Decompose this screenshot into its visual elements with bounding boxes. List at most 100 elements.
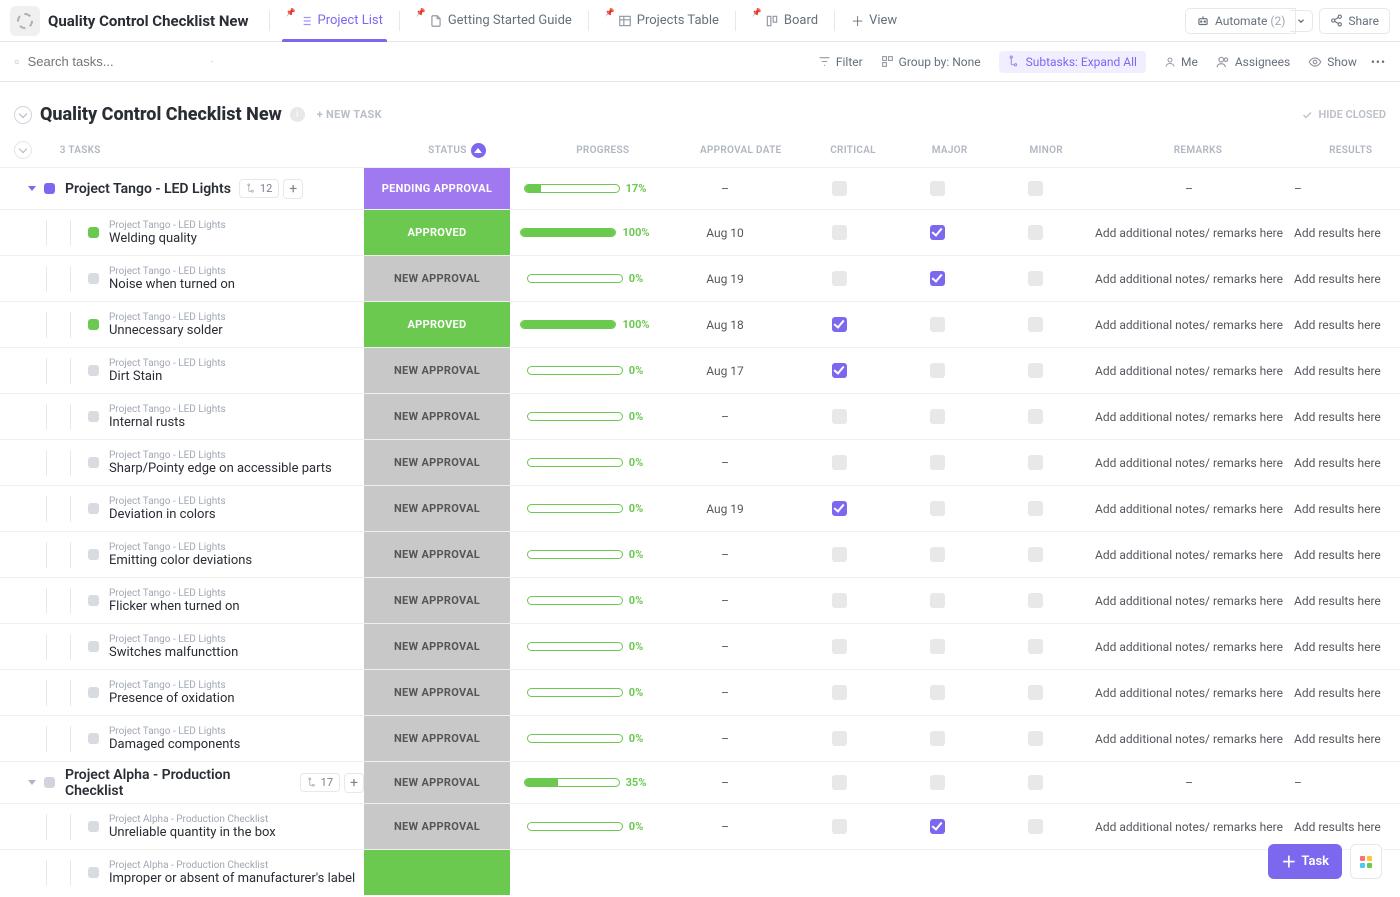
checkbox[interactable] — [832, 547, 847, 562]
group-row[interactable]: Project Tango - LED Lights 12 + PENDING … — [0, 167, 1400, 209]
checkbox[interactable] — [1028, 547, 1043, 562]
checkbox[interactable] — [1028, 639, 1043, 654]
task-row[interactable]: Project Tango - LED Lights Emitting colo… — [0, 531, 1400, 577]
date-cell[interactable]: Aug 18 — [660, 318, 790, 332]
checkbox[interactable] — [1028, 225, 1043, 240]
remarks-cell[interactable]: – — [1084, 776, 1294, 790]
results-cell[interactable]: Add results here — [1294, 318, 1394, 332]
checkbox[interactable] — [832, 181, 847, 196]
collapse-all-toggle[interactable] — [14, 141, 32, 159]
task-name[interactable]: Unnecessary solder — [109, 323, 226, 338]
checkbox[interactable] — [1028, 731, 1043, 746]
checkbox[interactable] — [832, 639, 847, 654]
checkbox[interactable] — [832, 819, 847, 834]
filter-button[interactable]: Filter — [818, 55, 863, 69]
results-cell[interactable]: – — [1294, 182, 1394, 196]
checkbox[interactable] — [832, 593, 847, 608]
date-cell[interactable]: – — [660, 686, 790, 700]
task-row[interactable]: Project Tango - LED Lights Dirt Stain NE… — [0, 347, 1400, 393]
subtask-count-badge[interactable]: 17 — [300, 773, 340, 792]
results-cell[interactable]: Add results here — [1294, 272, 1394, 286]
progress-cell[interactable]: 0% — [510, 640, 660, 653]
status-cell[interactable]: NEW APPROVAL — [364, 440, 510, 485]
status-cell[interactable] — [364, 850, 510, 895]
progress-cell[interactable]: 0% — [510, 548, 660, 561]
checkbox[interactable] — [1028, 685, 1043, 700]
show-button[interactable]: Show — [1308, 55, 1357, 69]
view-tab-projects-table[interactable]: 📌Projects Table — [595, 0, 729, 42]
checkbox[interactable] — [930, 547, 945, 562]
caret-down-icon[interactable] — [28, 186, 36, 191]
workspace-logo[interactable] — [10, 6, 40, 36]
task-row[interactable]: Project Tango - LED Lights Sharp/Pointy … — [0, 439, 1400, 485]
results-header[interactable]: RESULTS — [1301, 145, 1400, 156]
task-name[interactable]: Noise when turned on — [109, 277, 235, 292]
status-cell[interactable]: NEW APPROVAL — [364, 762, 510, 803]
add-view-button[interactable]: ＋ View — [841, 0, 907, 42]
status-square[interactable] — [44, 777, 55, 788]
status-square[interactable] — [88, 273, 99, 284]
remarks-header[interactable]: REMARKS — [1095, 145, 1302, 156]
task-row[interactable]: Project Tango - LED Lights Welding quali… — [0, 209, 1400, 255]
results-cell[interactable]: Add results here — [1294, 364, 1394, 378]
status-square[interactable] — [88, 549, 99, 560]
search-box[interactable] — [14, 54, 214, 69]
remarks-cell[interactable]: Add additional notes/ remarks here — [1084, 594, 1294, 608]
remarks-cell[interactable]: Add additional notes/ remarks here — [1084, 410, 1294, 424]
status-square[interactable] — [88, 319, 99, 330]
task-row[interactable]: Project Alpha - Production Checklist Imp… — [0, 849, 1400, 895]
task-row[interactable]: Project Tango - LED Lights Deviation in … — [0, 485, 1400, 531]
checkbox[interactable] — [930, 181, 945, 196]
assignees-button[interactable]: Assignees — [1216, 55, 1290, 69]
task-name[interactable]: Improper or absent of manufacturer's lab… — [109, 871, 355, 886]
progress-cell[interactable]: 0% — [510, 410, 660, 423]
remarks-cell[interactable]: – — [1084, 182, 1294, 196]
task-name[interactable]: Flicker when turned on — [109, 599, 240, 614]
checkbox[interactable] — [930, 593, 945, 608]
remarks-cell[interactable]: Add additional notes/ remarks here — [1084, 226, 1294, 240]
checkbox[interactable] — [1028, 593, 1043, 608]
date-cell[interactable]: – — [660, 640, 790, 654]
status-cell[interactable]: NEW APPROVAL — [364, 532, 510, 577]
remarks-cell[interactable]: Add additional notes/ remarks here — [1084, 272, 1294, 286]
date-cell[interactable]: – — [660, 732, 790, 746]
checkbox[interactable] — [1028, 819, 1043, 834]
view-tab-board[interactable]: 📌Board — [742, 0, 828, 42]
results-cell[interactable]: Add results here — [1294, 502, 1394, 516]
info-icon[interactable]: i — [290, 107, 305, 122]
results-cell[interactable]: Add results here — [1294, 820, 1394, 834]
status-cell[interactable]: NEW APPROVAL — [364, 256, 510, 301]
task-name[interactable]: Presence of oxidation — [109, 691, 235, 706]
status-cell[interactable]: NEW APPROVAL — [364, 670, 510, 715]
remarks-cell[interactable]: Add additional notes/ remarks here — [1084, 686, 1294, 700]
status-square[interactable] — [88, 687, 99, 698]
results-cell[interactable]: – — [1294, 776, 1394, 790]
progress-cell[interactable]: 100% — [510, 226, 660, 239]
subtasks-button[interactable]: Subtasks: Expand All — [999, 51, 1146, 73]
progress-cell[interactable]: 17% — [510, 182, 660, 195]
checkbox[interactable] — [930, 317, 945, 332]
status-square[interactable] — [88, 641, 99, 652]
collapse-toggle[interactable] — [14, 106, 32, 124]
view-tab-getting-started-guide[interactable]: 📌Getting Started Guide — [406, 0, 582, 42]
checkbox[interactable] — [1028, 455, 1043, 470]
caret-down-icon[interactable] — [28, 780, 36, 785]
date-cell[interactable]: – — [660, 820, 790, 834]
checkbox[interactable] — [1028, 775, 1043, 790]
status-cell[interactable]: NEW APPROVAL — [364, 486, 510, 531]
automate-button[interactable]: Automate (2) — [1185, 8, 1296, 34]
progress-cell[interactable]: 0% — [510, 594, 660, 607]
checkbox[interactable] — [832, 317, 847, 332]
progress-cell[interactable]: 0% — [510, 502, 660, 515]
remarks-cell[interactable]: Add additional notes/ remarks here — [1084, 456, 1294, 470]
checkbox[interactable] — [1028, 501, 1043, 516]
status-square[interactable] — [88, 365, 99, 376]
task-row[interactable]: Project Tango - LED Lights Unnecessary s… — [0, 301, 1400, 347]
progress-cell[interactable]: 0% — [510, 732, 660, 745]
status-square[interactable] — [88, 867, 99, 878]
subtask-count-badge[interactable]: 12 — [239, 179, 279, 198]
minor-header[interactable]: MINOR — [998, 145, 1095, 156]
progress-cell[interactable]: 0% — [510, 686, 660, 699]
task-row[interactable]: Project Tango - LED Lights Damaged compo… — [0, 715, 1400, 761]
checkbox[interactable] — [832, 225, 847, 240]
